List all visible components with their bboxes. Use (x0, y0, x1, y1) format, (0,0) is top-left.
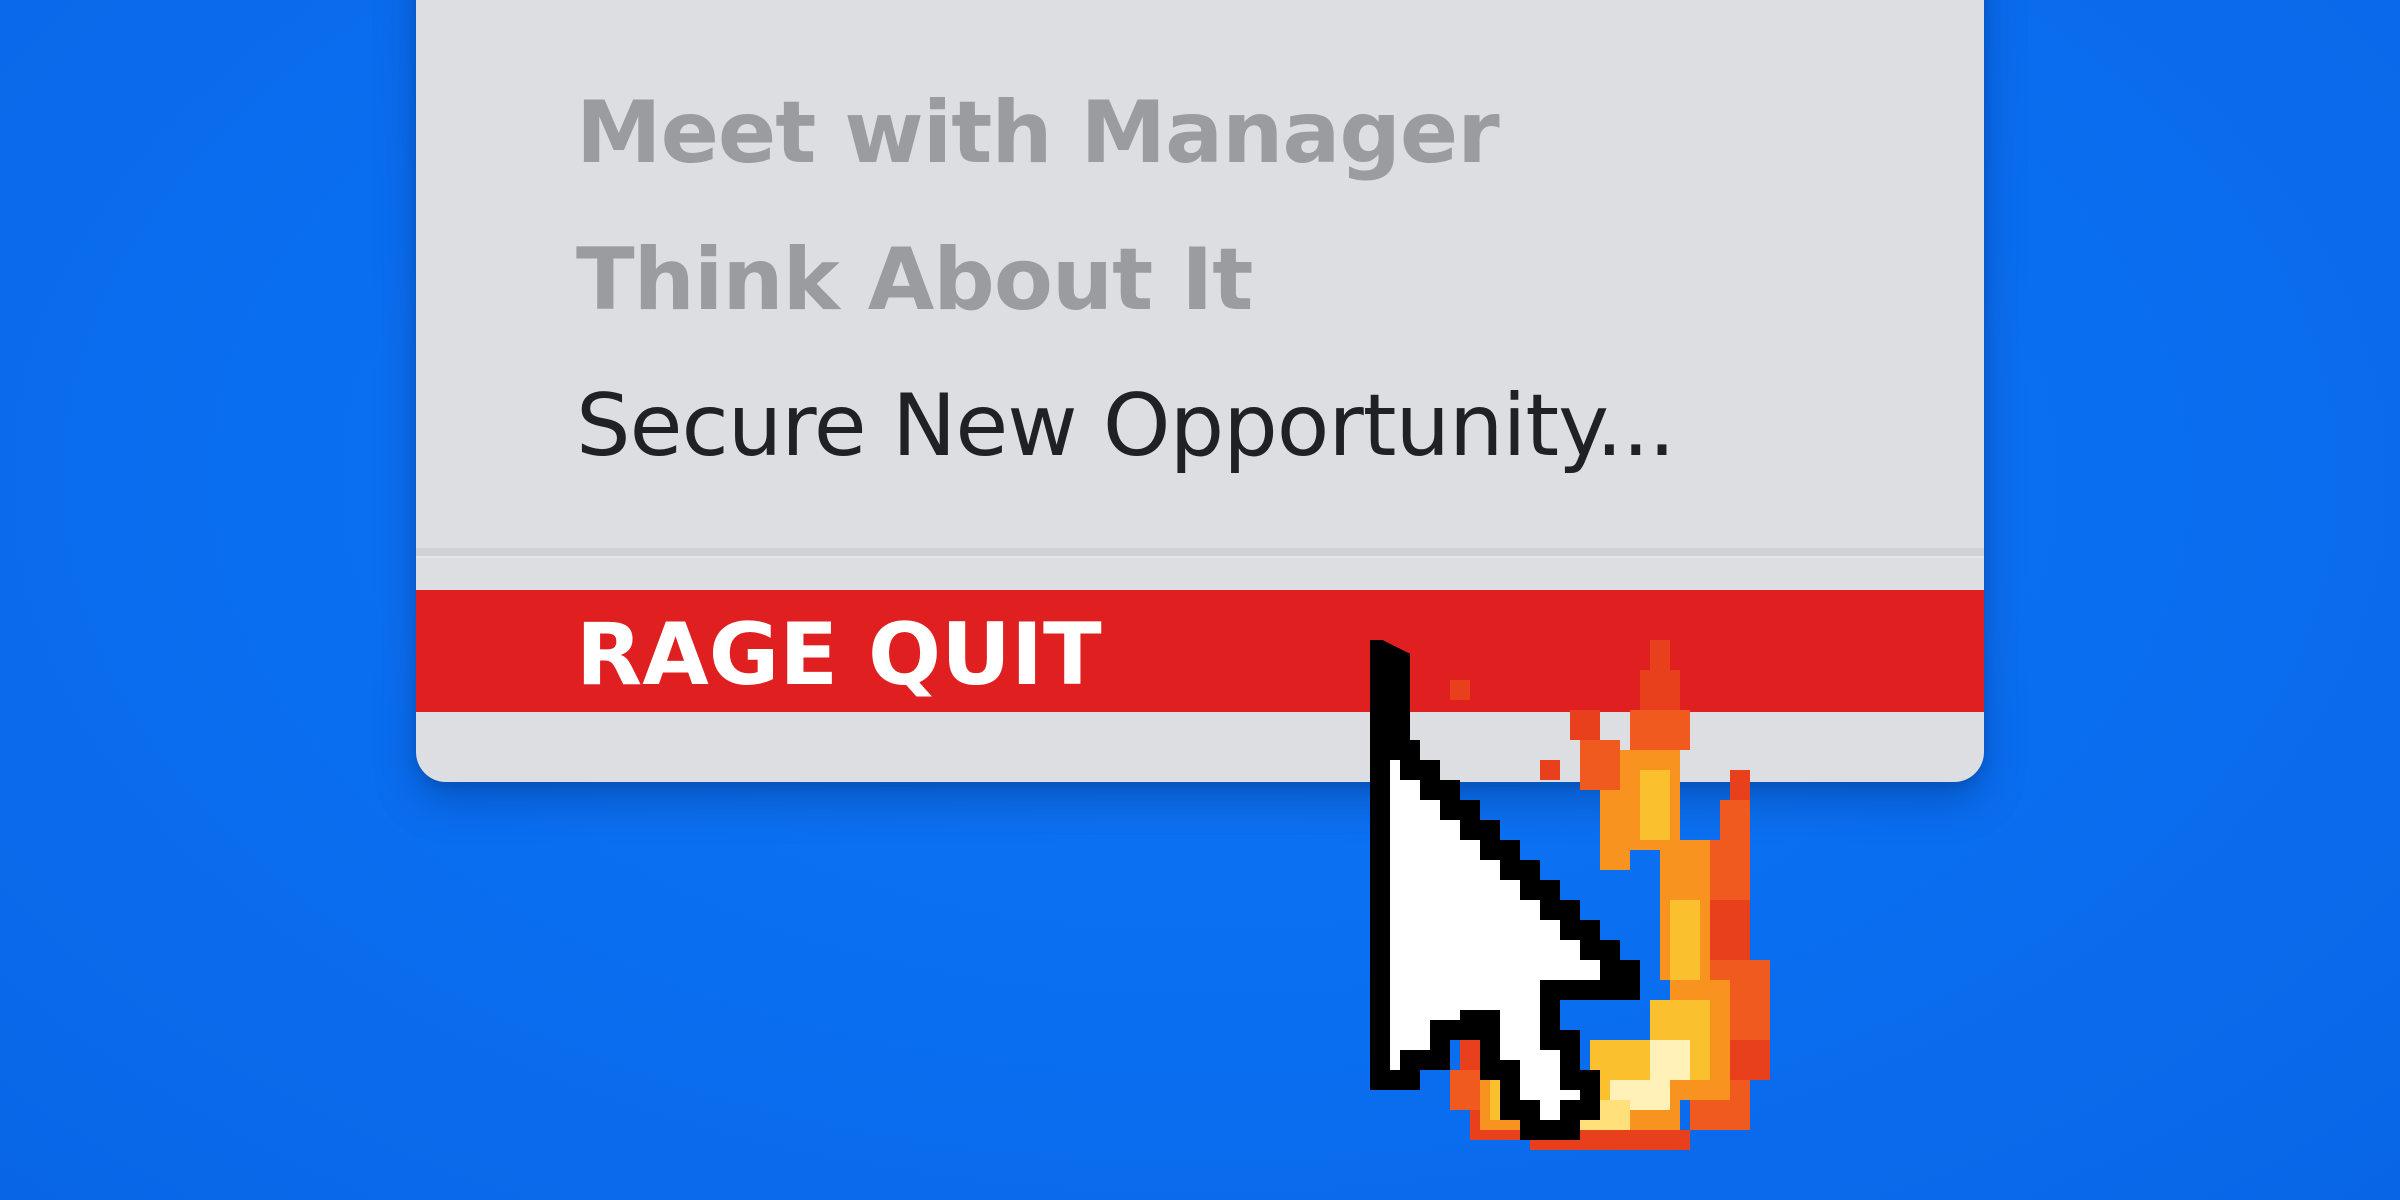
menu-item-think-about-it: Think About It (576, 230, 1253, 330)
menu-item-secure-new-opportunity[interactable]: Secure New Opportunity... (576, 383, 1676, 469)
rage-quit-label: RAGE QUIT (576, 605, 1102, 705)
desktop-background: Meet with Manager Think About It Secure … (0, 0, 2400, 1200)
menu-item-meet-with-manager: Meet with Manager (576, 83, 1500, 183)
flaming-pointer-cursor-icon (1370, 640, 1830, 1160)
menu-separator (416, 548, 1984, 558)
